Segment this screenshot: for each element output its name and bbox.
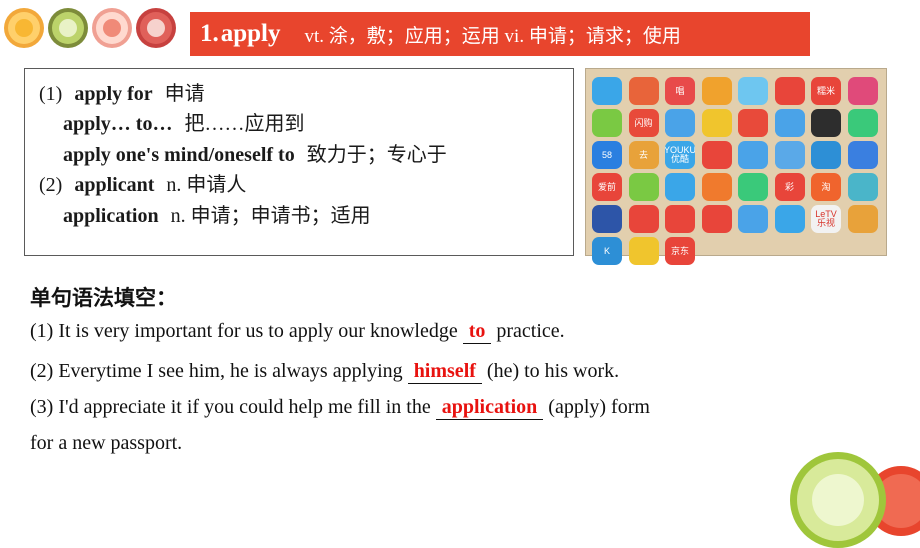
camera-icon: [774, 205, 805, 233]
tools-icon: [628, 77, 659, 105]
note-line: apply… to… 把……应用到: [39, 109, 559, 139]
exercise-item-3: (3) I'd appreciate it if you could help …: [30, 396, 650, 420]
note-meaning: 申请: [164, 83, 205, 105]
exercise-label: (2): [30, 360, 54, 382]
green-app-icon: [592, 109, 622, 137]
title-word: apply: [220, 20, 281, 47]
decorative-fruit-row: [4, 8, 176, 48]
lottery-icon: 彩: [774, 173, 805, 201]
player-icon: [701, 141, 732, 169]
note-line: (2) applicant n. 申请人: [39, 170, 559, 200]
orange-slice-icon: [4, 8, 44, 48]
note-term: application: [63, 204, 159, 227]
light-blue-app-icon: [738, 205, 768, 233]
dark-blue-app-icon: [592, 205, 622, 233]
note-term: apply one's mind/oneself to: [63, 143, 295, 166]
video-icon: [774, 77, 805, 105]
note-label: (1): [39, 83, 63, 105]
flash-buy-icon: 闪购: [628, 109, 659, 137]
58tongcheng-icon: 58: [592, 141, 622, 169]
mail-icon: [701, 109, 732, 137]
note-meaning: 把……应用到: [184, 113, 305, 136]
exercise-title: 单句语法填空：: [30, 286, 177, 310]
penguin-icon: [811, 109, 841, 137]
slide-title-banner: 1. apply vt. 涂，敷；应用；运用 vi. 申请；请求；使用: [190, 12, 810, 56]
browser-icon: [774, 109, 805, 137]
exercise-label: (3): [30, 396, 54, 418]
note-meaning: 致力于；专心于: [306, 143, 447, 166]
cloud-icon: [738, 141, 768, 169]
wechat-icon: [847, 109, 878, 137]
telegram-icon: [592, 77, 622, 105]
star-icon: [628, 237, 659, 265]
calendar-icon: [701, 77, 732, 105]
iqiyi-icon: 爱前: [592, 173, 622, 201]
title-number: 1.: [200, 20, 219, 47]
kiwi-slice-icon: [48, 8, 88, 48]
music-icon: [738, 109, 768, 137]
arrow-icon: [811, 141, 841, 169]
note-line: apply one's mind/oneself to 致力于；专心于: [39, 140, 559, 170]
clock-icon: [701, 173, 732, 201]
notes-box: (1) apply for 申请 apply… to… 把……应用到 apply on…: [24, 68, 574, 256]
exercise-item-1: (1) It is very important for us to apply…: [30, 320, 565, 344]
exercise-text-before: It is very important for us to apply our…: [58, 320, 458, 342]
exercise-text-after: (apply) form: [548, 396, 650, 418]
note-term: apply… to…: [63, 113, 173, 136]
exercise-item-3-continued: for a new passport.: [30, 432, 183, 454]
phone-app-grid-image: 唱 糯米闪购 58 去 YOUKU 优酷爱前 彩淘 LeTV 乐视 K 京东: [585, 68, 887, 265]
gallery-icon: [665, 109, 695, 137]
map-icon: [847, 173, 878, 201]
meituan-icon: [665, 205, 695, 233]
taobao-icon: 淘: [811, 173, 841, 201]
movie-icon: [701, 205, 732, 233]
lime-slice-icon: [790, 452, 886, 548]
exercise-text-before: Everytime I see him, he is always applyi…: [58, 360, 403, 382]
heart-chat-icon: [847, 77, 878, 105]
exercise-text-after: practice.: [496, 320, 565, 342]
note-line: application n. 申请；申请书；适用: [39, 201, 559, 231]
qunar-icon: 去: [628, 141, 659, 169]
twitter-icon: [774, 141, 805, 169]
note-meaning: n. 申请；申请书；适用: [170, 204, 371, 227]
orange-app-icon: [847, 205, 878, 233]
grapefruit-slice-icon: [92, 8, 132, 48]
exercise-label: (1): [30, 320, 54, 342]
jingdong-icon: 京东: [665, 237, 695, 265]
exercise-text-after: (he) to his work.: [486, 360, 620, 382]
youku-icon: YOUKU 优酷: [665, 141, 695, 169]
nuomi-icon: 糯米: [811, 77, 841, 105]
exercise-answer: himself: [407, 360, 482, 384]
app-icon-grid: 唱 糯米闪购 58 去 YOUKU 优酷爱前 彩淘 LeTV 乐视 K 京东: [592, 77, 880, 265]
blue-app-icon: [847, 141, 878, 169]
exercise-answer: to: [462, 320, 492, 344]
eye-icon: [665, 173, 695, 201]
changba-icon: 唱: [665, 77, 695, 105]
note-meaning: n. 申请人: [166, 174, 247, 197]
kugou-icon: K: [592, 237, 622, 265]
title-definition: vt. 涂，敷；应用；运用 vi. 申请；请求；使用: [304, 25, 681, 47]
watermelon-slice-icon: [136, 8, 176, 48]
green-leaf-icon: [628, 173, 659, 201]
bluetooth-icon: [738, 77, 768, 105]
exercise-item-2: (2) Everytime I see him, he is always ap…: [30, 360, 619, 384]
letv-icon: LeTV 乐视: [811, 205, 841, 233]
red-flower-icon: [628, 205, 659, 233]
note-term: applicant: [74, 174, 155, 197]
play-icon: [738, 173, 768, 201]
exercise-text-before: I'd appreciate it if you could help me f…: [58, 396, 431, 418]
note-label: (2): [39, 174, 63, 197]
exercise-answer: application: [435, 396, 544, 420]
note-term: apply for: [74, 83, 153, 105]
note-line: (1) apply for 申请: [39, 79, 559, 109]
